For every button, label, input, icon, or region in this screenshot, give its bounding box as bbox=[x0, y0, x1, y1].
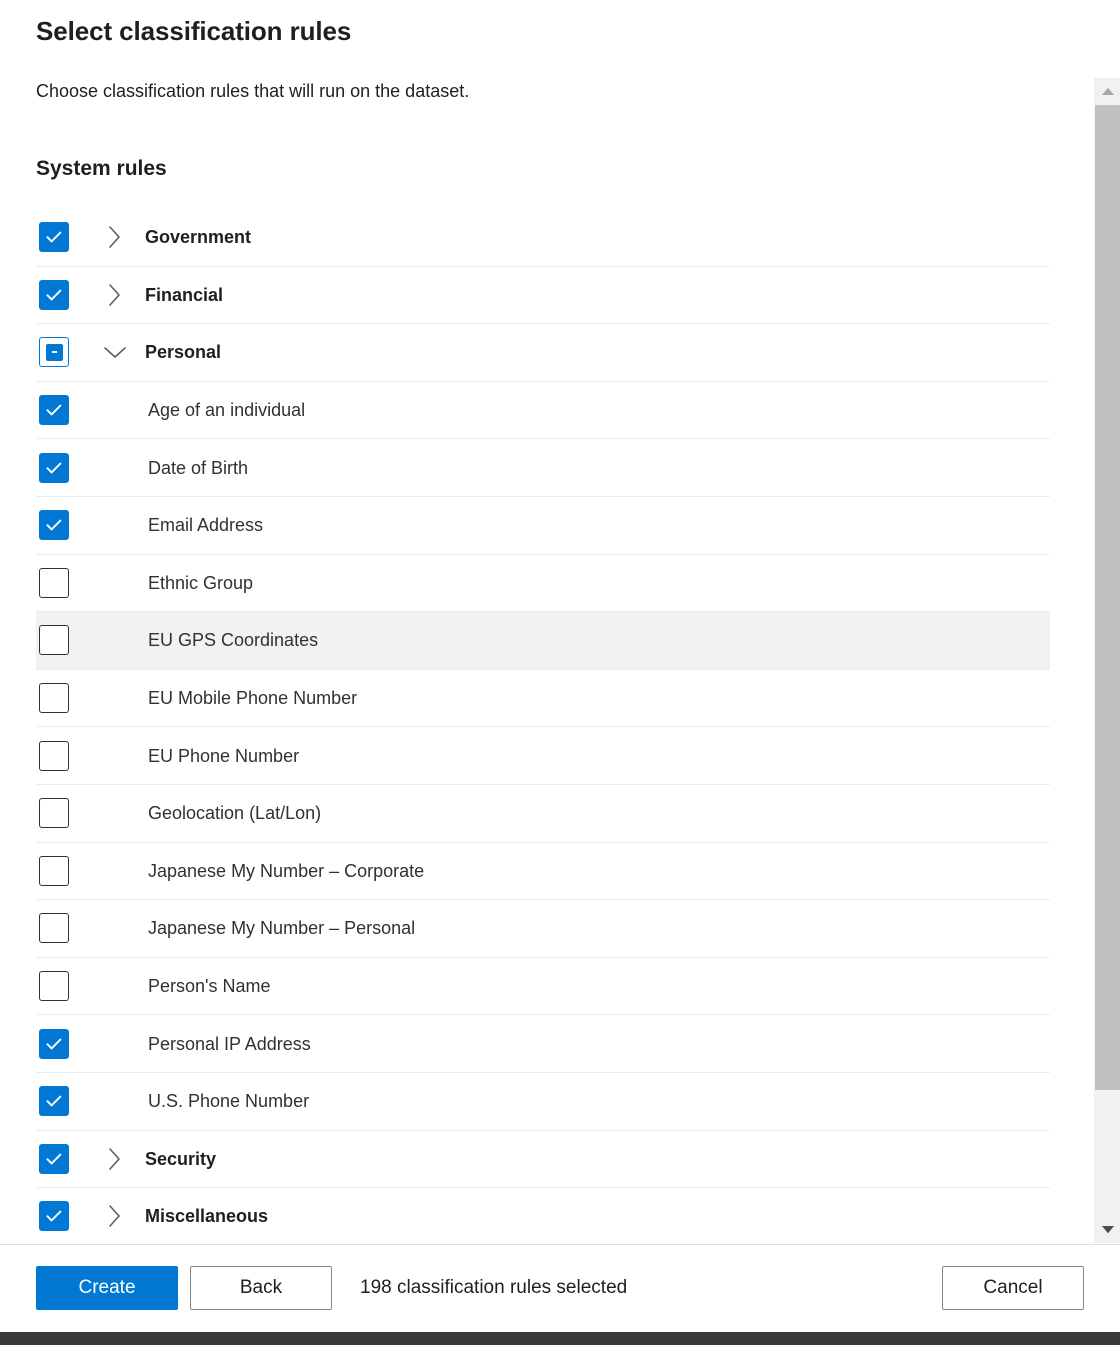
checkbox-checked-icon[interactable] bbox=[39, 1086, 69, 1117]
checkmark-icon bbox=[40, 1030, 68, 1058]
checkbox-unchecked-icon[interactable] bbox=[39, 740, 69, 771]
checkbox-checked-icon[interactable] bbox=[39, 452, 69, 483]
classification-rules-list: Government Financial Personal Age of an ind… bbox=[36, 209, 1050, 1246]
rule-row[interactable]: U.S. Phone Number bbox=[36, 1072, 1050, 1131]
panel-header: Select classification rules Choose class… bbox=[0, 0, 1120, 183]
vertical-scrollbar[interactable] bbox=[1093, 78, 1120, 1243]
rule-label: Government bbox=[145, 227, 252, 248]
rule-label: Ethnic Group bbox=[148, 572, 254, 593]
create-button[interactable]: Create bbox=[36, 1266, 178, 1310]
rule-label: EU Mobile Phone Number bbox=[148, 688, 358, 709]
rule-label: Personal IP Address bbox=[148, 1033, 311, 1054]
checkbox-checked-icon[interactable] bbox=[39, 1143, 69, 1174]
checkbox-indeterminate-icon[interactable] bbox=[39, 337, 69, 368]
checkbox-unchecked-icon[interactable] bbox=[39, 798, 69, 829]
rule-row[interactable]: Personal IP Address bbox=[36, 1015, 1050, 1073]
rule-label: Date of Birth bbox=[148, 457, 249, 478]
rule-label: Security bbox=[145, 1148, 217, 1169]
rule-label: EU Phone Number bbox=[148, 745, 300, 766]
checkmark-icon bbox=[40, 454, 68, 482]
chevron-right-icon[interactable] bbox=[98, 220, 132, 254]
rule-row[interactable]: EU GPS Coordinates bbox=[36, 612, 1050, 670]
selected-rules-count: 198 classification rules selected bbox=[360, 1277, 628, 1298]
chevron-right-icon[interactable] bbox=[98, 278, 132, 312]
back-button[interactable]: Back bbox=[190, 1266, 332, 1310]
rule-row[interactable]: Security bbox=[36, 1130, 1050, 1189]
rule-label: Japanese My Number – Corporate bbox=[148, 860, 425, 881]
checkmark-icon bbox=[40, 1202, 68, 1230]
rule-row[interactable]: EU Mobile Phone Number bbox=[36, 669, 1050, 728]
rule-row[interactable]: Age of an individual bbox=[36, 381, 1050, 440]
rule-row[interactable]: Japanese My Number – Corporate bbox=[36, 842, 1050, 901]
rule-label: Miscellaneous bbox=[145, 1206, 269, 1227]
checkbox-unchecked-icon[interactable] bbox=[39, 971, 69, 1002]
rule-row[interactable]: Financial bbox=[36, 266, 1050, 325]
rule-row[interactable]: Government bbox=[36, 209, 1050, 267]
rule-label: Financial bbox=[145, 284, 224, 305]
rule-row[interactable]: EU Phone Number bbox=[36, 727, 1050, 785]
panel-footer: Create Back 198 classification rules sel… bbox=[0, 1244, 1120, 1331]
checkbox-unchecked-icon[interactable] bbox=[39, 855, 69, 886]
rule-row[interactable]: Japanese My Number – Personal bbox=[36, 900, 1050, 958]
scrollbar-thumb[interactable] bbox=[1095, 105, 1120, 1090]
select-classification-rules-panel: Select classification rules Choose class… bbox=[0, 0, 1120, 1345]
rule-row[interactable]: Personal bbox=[36, 324, 1050, 382]
chevron-down-icon[interactable] bbox=[98, 335, 132, 369]
checkmark-icon bbox=[40, 396, 68, 424]
chevron-right-icon[interactable] bbox=[98, 1142, 132, 1176]
rule-row[interactable]: Person's Name bbox=[36, 957, 1050, 1016]
rule-row[interactable]: Ethnic Group bbox=[36, 554, 1050, 613]
checkmark-icon bbox=[40, 511, 68, 539]
checkmark-icon bbox=[40, 281, 68, 309]
rule-label: Email Address bbox=[148, 515, 264, 536]
caret-up-icon[interactable] bbox=[1094, 78, 1120, 105]
checkbox-unchecked-icon[interactable] bbox=[39, 683, 69, 714]
rule-label: EU GPS Coordinates bbox=[148, 630, 319, 651]
checkbox-unchecked-icon[interactable] bbox=[39, 567, 69, 598]
caret-down-icon[interactable] bbox=[1094, 1216, 1120, 1243]
checkbox-checked-icon[interactable] bbox=[39, 1028, 69, 1059]
rule-label: Age of an individual bbox=[148, 400, 306, 421]
page-subtitle: Choose classification rules that will ru… bbox=[36, 81, 470, 101]
checkbox-unchecked-icon[interactable] bbox=[39, 913, 69, 944]
checkbox-unchecked-icon[interactable] bbox=[39, 625, 69, 656]
rule-label: U.S. Phone Number bbox=[148, 1091, 310, 1112]
section-title-system-rules: System rules bbox=[36, 157, 167, 180]
checkbox-checked-icon[interactable] bbox=[39, 1201, 69, 1232]
checkmark-icon bbox=[40, 1145, 68, 1173]
rule-row[interactable]: Date of Birth bbox=[36, 439, 1050, 497]
dash-icon bbox=[45, 343, 63, 361]
checkbox-checked-icon[interactable] bbox=[39, 279, 69, 310]
rule-label: Japanese My Number – Personal bbox=[148, 918, 416, 939]
rule-row[interactable]: Miscellaneous bbox=[36, 1188, 1050, 1246]
page-title: Select classification rules bbox=[36, 16, 352, 46]
checkmark-icon bbox=[40, 1087, 68, 1115]
checkbox-checked-icon[interactable] bbox=[39, 395, 69, 426]
rule-label: Geolocation (Lat/Lon) bbox=[148, 803, 322, 824]
rule-label: Personal bbox=[145, 342, 222, 363]
checkbox-checked-icon[interactable] bbox=[39, 222, 69, 253]
window-bottom-bar bbox=[0, 1332, 1120, 1345]
chevron-right-icon[interactable] bbox=[98, 1199, 132, 1233]
checkmark-icon bbox=[40, 223, 68, 251]
cancel-button[interactable]: Cancel bbox=[942, 1266, 1084, 1310]
checkbox-checked-icon[interactable] bbox=[39, 510, 69, 541]
rule-row[interactable]: Geolocation (Lat/Lon) bbox=[36, 784, 1050, 843]
rule-row[interactable]: Email Address bbox=[36, 496, 1050, 555]
rule-label: Person's Name bbox=[148, 976, 271, 997]
